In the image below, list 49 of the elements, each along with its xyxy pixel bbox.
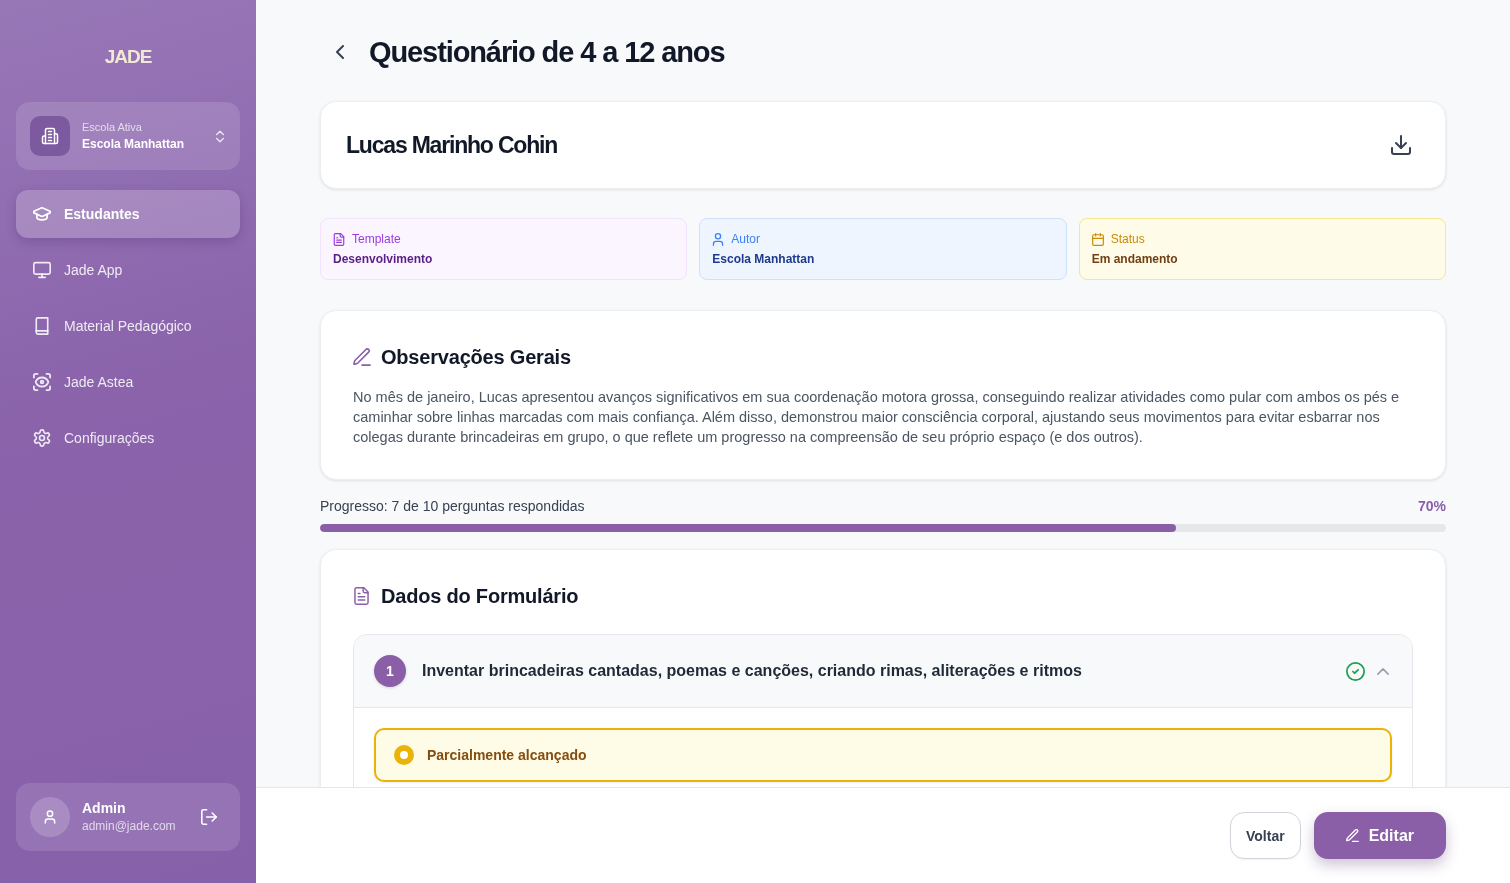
observations-text: No mês de janeiro, Lucas apresentou avanços significativos em sua coordenação motora grossa, conseguindo realizar atividades como pular com ambos os pés e caminhar sobre linhas marcadas com mais confiança. Além disso, demonstrou maior consciência corporal, ajustando seus movimentos para evitar esbarrar nos colegas durante brincadeiras em grupo, o que reflete um progresso na compreensão de seu próprio espaço (e dos outros). [353,388,1401,447]
info-value: Desenvolvimento [333,251,434,267]
logout-icon [201,809,217,825]
answer-option[interactable]: Parcialmente alcançado [374,728,1392,782]
info-label: Status [1110,231,1145,247]
question-number: 1 [374,655,406,687]
info-label: Autor [731,231,760,247]
progress-percent: 70% [1417,498,1446,514]
question-text: Inventar brincadeiras cantadas, poemas e canções, criando rimas, aliterações e ritmos [422,662,1083,680]
section-title: Observações Gerais [381,345,571,369]
chevron-up-icon [1377,667,1389,675]
user-icon [712,232,725,246]
nav-item[interactable]: Material Pedagógico [16,302,240,350]
settings-icon [33,429,51,447]
info-value: Em andamento [1091,251,1179,267]
monitor-icon [33,261,51,279]
pencil-icon [353,348,371,366]
download-button[interactable] [1391,135,1411,155]
document-icon [354,587,369,605]
info-value: Escola Manhattan [712,251,816,267]
nav-item[interactable]: Jade Astea [16,358,240,406]
avatar-icon [30,797,70,837]
page-title: Questionário de 4 a 12 anos [369,35,725,69]
calendar-icon [1091,232,1104,246]
nav-item[interactable]: Jade App [16,246,240,294]
progress-label: Progresso: 7 de 10 perguntas respondidas [320,498,585,514]
nav-item[interactable]: Configurações [16,414,240,462]
eye-scan-icon [33,373,51,391]
section-title: Dados do Formulário [381,584,579,608]
building-icon [30,116,70,156]
download-icon [1391,135,1411,155]
chevron-left-icon [336,45,344,59]
pencil-icon [1345,829,1359,842]
user-email: admin@jade.com [82,819,177,834]
user-name: Admin [82,800,127,817]
question-header[interactable]: 1 Inventar brincadeiras cantadas, poemas e canções, criando rimas, aliterações e ritmos [354,635,1412,708]
logo: JADE [104,45,152,69]
radio-icon [394,745,414,765]
edit-button[interactable]: Editar [1313,812,1446,859]
logout-button[interactable] [198,806,220,828]
student-name: Lucas Marinho Cohin [346,131,558,159]
document-icon [333,232,345,246]
graduation-cap-icon [33,205,51,223]
school-selector[interactable]: Escola Ativa Escola Manhattan [16,102,240,170]
info-label: Template [352,231,401,247]
chevrons-up-down-icon [216,129,224,143]
back-button[interactable]: Voltar [1230,812,1301,859]
nav-item[interactable]: Estudantes [16,190,240,238]
book-icon [33,317,51,335]
